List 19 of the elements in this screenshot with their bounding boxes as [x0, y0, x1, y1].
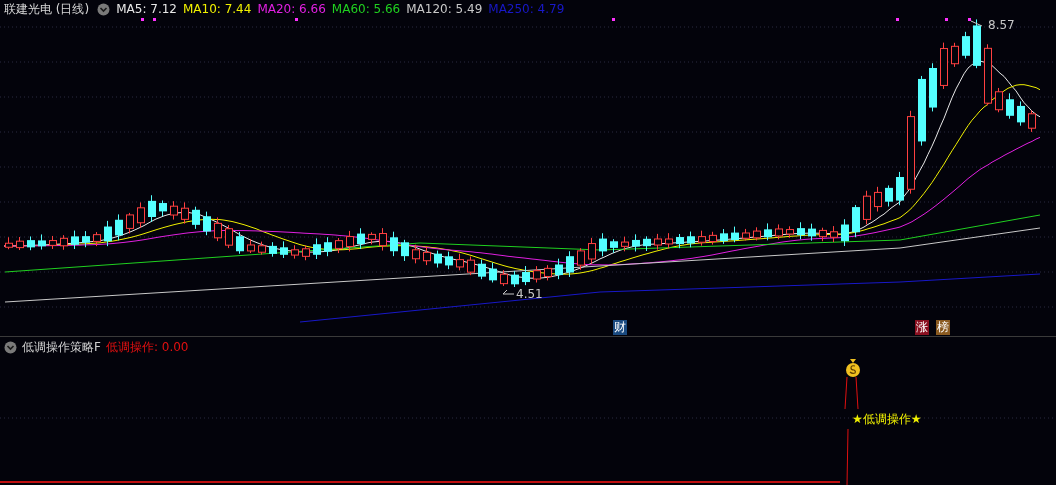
ma-value: MA10: 7.44	[182, 2, 252, 16]
dropdown-icon[interactable]	[97, 2, 111, 16]
low-price-label: 4.51	[516, 287, 543, 301]
high-price-label: 8.57	[988, 18, 1015, 32]
indicator-title: 低调操作策略F	[22, 339, 101, 356]
ma-value: MA60: 5.66	[331, 2, 401, 16]
dropdown-icon[interactable]	[4, 341, 17, 354]
event-marker[interactable]: 榜	[936, 320, 950, 335]
money-bag-icon	[846, 359, 860, 377]
ma-value: MA120: 5.49	[406, 2, 483, 16]
signal-label: ★低调操作★	[852, 411, 922, 428]
indicator-value: 低调操作: 0.00	[105, 339, 189, 356]
ma-value: MA5: 7.12	[116, 2, 177, 16]
low-pointer-icon	[502, 289, 515, 295]
ma-value: MA250: 4.79	[488, 2, 565, 16]
stock-title: 联建光电 (日线)	[4, 0, 90, 18]
event-marker[interactable]: 涨	[915, 320, 929, 335]
event-marker[interactable]: 财	[613, 320, 627, 335]
ma-value: MA20: 6.66	[257, 2, 326, 16]
